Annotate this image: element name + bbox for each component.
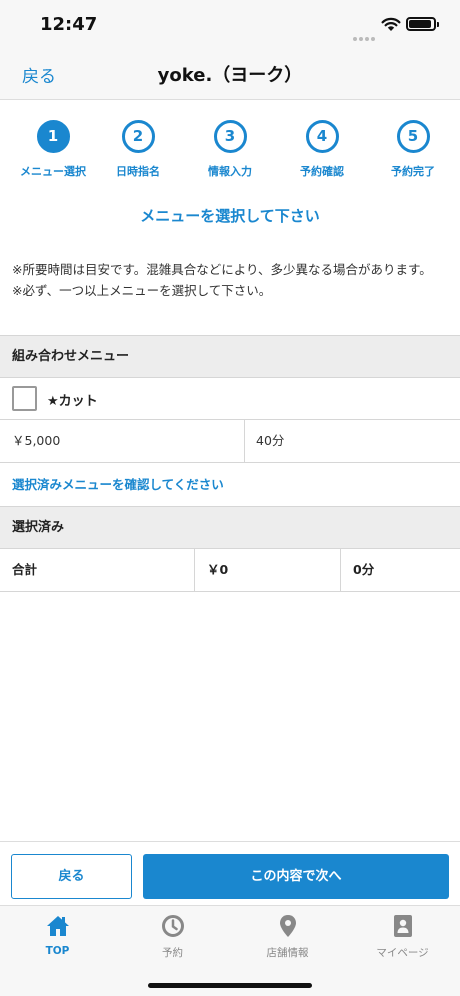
instruction-text: メニューを選択して下さい <box>140 207 320 225</box>
selected-header: 選択済み <box>0 506 460 549</box>
user-card-icon <box>393 915 412 937</box>
step-label: 予約確認 <box>300 165 344 178</box>
next-button[interactable]: この内容で次へ <box>143 854 449 899</box>
step-5: 5 予約完了 <box>367 120 459 179</box>
step-number: 2 <box>121 120 155 153</box>
menu-item-checkbox[interactable] <box>12 386 37 411</box>
back-button[interactable]: 戻る <box>11 854 132 899</box>
step-number: 3 <box>213 120 247 153</box>
signal-dots-icon <box>353 26 377 45</box>
map-pin-icon <box>279 915 296 937</box>
nav-bar: 戻る yoke.（ヨーク） <box>0 48 460 100</box>
total-label: 合計 <box>0 549 195 591</box>
tab-store-info[interactable]: 店舗情報 <box>230 914 345 960</box>
status-bar: 12:47 <box>0 0 460 48</box>
status-time: 12:47 <box>40 14 98 35</box>
total-price: ￥0 <box>195 549 341 591</box>
battery-icon <box>406 17 439 31</box>
tab-reservation[interactable]: 予約 <box>115 914 230 960</box>
tab-label: 予約 <box>162 947 183 959</box>
menu-item-details: ￥5,000 40分 <box>0 420 460 463</box>
tab-label: マイページ <box>376 947 429 959</box>
tab-label: TOP <box>45 945 70 957</box>
tab-label: 店舗情報 <box>266 947 309 959</box>
step-number: 5 <box>396 120 430 153</box>
step-indicator: 1 メニュー選択 2 日時指名 3 情報入力 4 予約確認 5 予約完了 <box>0 100 460 188</box>
home-indicator <box>148 983 312 988</box>
step-label: メニュー選択 <box>20 165 86 178</box>
step-label: 情報入力 <box>208 165 252 178</box>
menu-item-name: ★カット <box>47 394 98 409</box>
notes: ※所要時間は目安です。混雑具合などにより、多少異なる場合があります。 ※必ず、一… <box>0 259 460 325</box>
total-row: 合計 ￥0 0分 <box>0 549 460 592</box>
step-label: 日時指名 <box>116 165 160 178</box>
step-number: 1 <box>36 120 70 153</box>
menu-item-duration: 40分 <box>256 433 285 448</box>
tab-mypage[interactable]: マイページ <box>345 914 460 960</box>
step-2: 2 日時指名 <box>92 120 184 179</box>
wifi-icon <box>381 17 401 31</box>
note-duration: ※所要時間は目安です。混雑具合などにより、多少異なる場合があります。 <box>12 262 432 277</box>
combo-menu-header: 組み合わせメニュー <box>0 335 460 378</box>
step-3: 3 情報入力 <box>184 120 276 179</box>
tab-top[interactable]: TOP <box>0 914 115 957</box>
step-4: 4 予約確認 <box>276 120 368 179</box>
page-title: yoke.（ヨーク） <box>157 65 303 86</box>
step-number: 4 <box>305 120 339 153</box>
home-icon <box>46 916 69 936</box>
menu-item-price: ￥5,000 <box>0 420 245 462</box>
step-1: 1 メニュー選択 <box>7 120 99 179</box>
total-duration: 0分 <box>353 562 375 577</box>
note-required: ※必ず、一つ以上メニューを選択して下さい。 <box>12 283 272 298</box>
clock-icon <box>161 915 184 937</box>
bottom-actions: 戻る この内容で次へ <box>0 841 460 905</box>
step-label: 予約完了 <box>391 165 435 178</box>
menu-item[interactable]: ★カット <box>0 378 460 420</box>
tab-bar: TOP 予約 店舗情報 マイページ <box>0 905 460 996</box>
confirm-selected-link[interactable]: 選択済みメニューを確認してください <box>0 463 460 506</box>
